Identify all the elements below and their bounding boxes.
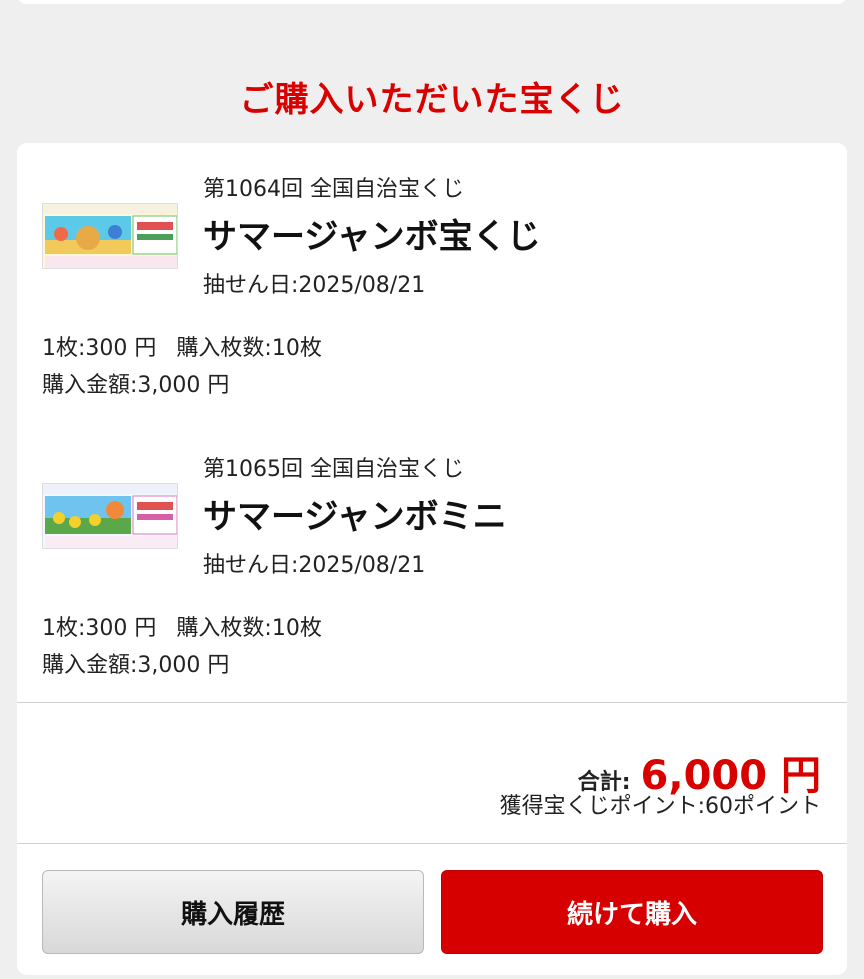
- ticket-round: 第1065回 全国自治宝くじ: [203, 457, 464, 482]
- divider: [17, 843, 847, 844]
- ticket-amount: 購入金額:3,000 円: [42, 653, 230, 678]
- previous-card-edge: [17, 0, 847, 4]
- continue-purchase-button[interactable]: 続けて購入: [441, 870, 823, 954]
- ticket-round: 第1064回 全国自治宝くじ: [203, 177, 464, 202]
- ticket-name: サマージャンボミニ: [203, 497, 507, 537]
- section-title: ご購入いただいた宝くじ: [239, 80, 625, 120]
- ticket-price-line: 1枚:300 円購入枚数:10枚: [42, 330, 322, 362]
- purchase-summary-card: 第1064回 全国自治宝くじ サマージャンボ宝くじ 抽せん日:2025/08/2…: [17, 143, 847, 975]
- ticket-quantity: 購入枚数:10枚: [176, 336, 322, 361]
- ticket-amount: 購入金額:3,000 円: [42, 373, 230, 398]
- divider: [17, 702, 847, 703]
- ticket-quantity: 購入枚数:10枚: [176, 616, 322, 641]
- ticket-unit-price: 1枚:300 円: [42, 616, 157, 641]
- ticket-price-line: 1枚:300 円購入枚数:10枚: [42, 610, 322, 642]
- points-earned: 獲得宝くじポイント:60ポイント: [499, 794, 821, 819]
- ticket-image: [42, 483, 178, 549]
- ticket-draw-date: 抽せん日:2025/08/21: [203, 553, 426, 578]
- ticket-image: [42, 203, 178, 269]
- ticket-unit-price: 1枚:300 円: [42, 336, 157, 361]
- purchase-history-button[interactable]: 購入履歴: [42, 870, 424, 954]
- ticket-draw-date: 抽せん日:2025/08/21: [203, 273, 426, 298]
- ticket-name: サマージャンボ宝くじ: [203, 217, 541, 257]
